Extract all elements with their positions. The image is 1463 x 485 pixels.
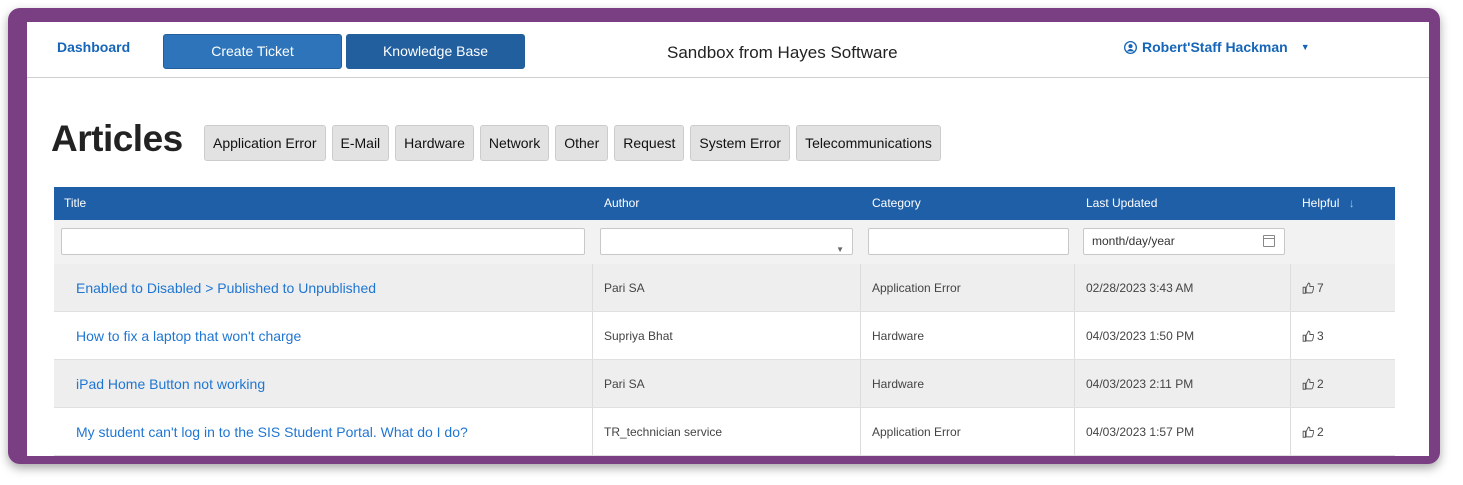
article-author: TR_technician service — [604, 425, 723, 439]
chip-system-error[interactable]: System Error — [690, 125, 791, 161]
article-last-updated: 02/28/2023 3:43 AM — [1086, 281, 1194, 295]
category-filter-chips: Application Error E-Mail Hardware Networ… — [204, 125, 941, 161]
article-title-link[interactable]: My student can't log in to the SIS Stude… — [76, 408, 468, 456]
chip-network[interactable]: Network — [479, 125, 550, 161]
thumbs-up-icon — [1302, 426, 1314, 438]
column-header-title[interactable]: Title — [64, 187, 86, 220]
thumbs-up-icon — [1302, 378, 1314, 390]
create-ticket-button[interactable]: Create Ticket — [163, 34, 342, 69]
user-name: Robert'Staff Hackman — [1142, 39, 1288, 55]
category-filter-input[interactable] — [868, 228, 1069, 255]
thumbs-up-icon — [1302, 282, 1314, 294]
chip-request[interactable]: Request — [614, 125, 685, 161]
author-filter-select[interactable]: ▼ — [600, 228, 853, 255]
article-author: Supriya Bhat — [604, 329, 673, 343]
article-category: Hardware — [872, 377, 925, 391]
thumbs-up-icon — [1302, 330, 1314, 342]
article-category: Application Error — [872, 281, 961, 295]
page-title: Articles — [51, 118, 183, 159]
table-row: iPad Home Button not working Pari SA Har… — [54, 360, 1395, 408]
user-circle-icon — [1124, 40, 1137, 54]
chip-email[interactable]: E-Mail — [331, 125, 390, 161]
user-menu[interactable]: Robert'Staff Hackman ▼ — [1124, 39, 1310, 55]
column-header-category[interactable]: Category — [872, 187, 921, 220]
app-screen: Dashboard Create Ticket Knowledge Base S… — [27, 22, 1429, 456]
article-title-link[interactable]: iPad Home Button not working — [76, 360, 265, 408]
chip-other[interactable]: Other — [555, 125, 609, 161]
window-frame: Dashboard Create Ticket Knowledge Base S… — [8, 8, 1440, 464]
helpful-count-value: 2 — [1317, 377, 1324, 391]
date-placeholder: month/day/year — [1092, 234, 1175, 248]
column-header-author[interactable]: Author — [604, 187, 639, 220]
caret-down-icon: ▼ — [1300, 42, 1310, 52]
chevron-down-icon: ▼ — [836, 245, 844, 254]
article-title-link[interactable]: How to fix a laptop that won't charge — [76, 312, 301, 360]
chip-telecommunications[interactable]: Telecommunications — [796, 125, 941, 161]
article-category: Application Error — [872, 425, 961, 439]
helpful-count-value: 7 — [1317, 281, 1324, 295]
arrow-down-icon: ↓ — [1348, 196, 1355, 210]
chip-application-error[interactable]: Application Error — [204, 125, 326, 161]
filter-row: ▼ month/day/year — [54, 220, 1395, 264]
table-row: How to fix a laptop that won't charge Su… — [54, 312, 1395, 360]
helpful-label: Helpful — [1302, 196, 1340, 210]
knowledge-base-button[interactable]: Knowledge Base — [346, 34, 525, 69]
table-header: Title Author Category Last Updated Helpf… — [54, 187, 1395, 220]
column-header-helpful[interactable]: Helpful ↓ — [1302, 187, 1355, 220]
column-header-last-updated[interactable]: Last Updated — [1086, 187, 1157, 220]
article-author: Pari SA — [604, 377, 645, 391]
helpful-count-value: 2 — [1317, 425, 1324, 439]
helpful-count[interactable]: 7 — [1302, 264, 1324, 312]
top-nav: Dashboard Create Ticket Knowledge Base S… — [27, 22, 1429, 78]
table-row: Enabled to Disabled > Published to Unpub… — [54, 264, 1395, 312]
chip-hardware[interactable]: Hardware — [395, 125, 474, 161]
article-last-updated: 04/03/2023 1:50 PM — [1086, 329, 1195, 343]
helpful-count[interactable]: 2 — [1302, 408, 1324, 456]
article-title-link[interactable]: Enabled to Disabled > Published to Unpub… — [76, 264, 376, 312]
date-filter-input[interactable]: month/day/year — [1083, 228, 1285, 255]
article-last-updated: 04/03/2023 2:11 PM — [1086, 377, 1194, 391]
helpful-count[interactable]: 3 — [1302, 312, 1324, 360]
helpful-count[interactable]: 2 — [1302, 360, 1324, 408]
table-row: My student can't log in to the SIS Stude… — [54, 408, 1395, 456]
title-filter-input[interactable] — [61, 228, 585, 255]
site-title: Sandbox from Hayes Software — [667, 43, 898, 62]
helpful-count-value: 3 — [1317, 329, 1324, 343]
article-category: Hardware — [872, 329, 925, 343]
calendar-icon[interactable] — [1263, 235, 1275, 247]
article-last-updated: 04/03/2023 1:57 PM — [1086, 425, 1195, 439]
article-author: Pari SA — [604, 281, 645, 295]
dashboard-link[interactable]: Dashboard — [57, 39, 130, 55]
